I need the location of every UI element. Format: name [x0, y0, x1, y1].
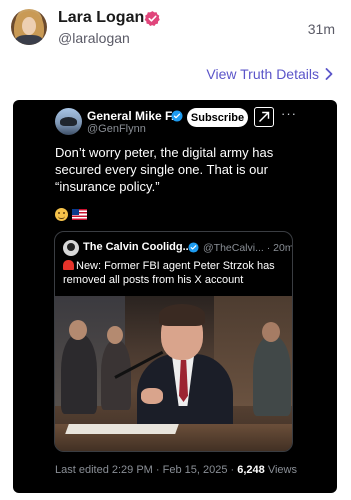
quoted-time: · 20m: [266, 242, 293, 254]
quoted-meta: @TheCalvi... · 20m: [203, 242, 293, 254]
photo-papers: [65, 424, 179, 434]
quoted-avatar[interactable]: [63, 240, 79, 256]
quoted-author-handle[interactable]: @TheCalvi...: [203, 242, 264, 254]
view-truth-details-link[interactable]: View Truth Details: [206, 66, 333, 82]
emoji-row: [55, 208, 87, 221]
embedded-author-handle[interactable]: @GenFlynn: [87, 123, 146, 135]
views-label: Views: [264, 464, 297, 476]
photo-main-person-hair: [159, 304, 205, 326]
post-header: Lara Logan @laralogan 31m: [0, 0, 351, 60]
embedded-post-text: Don’t worry peter, the digital army has …: [55, 145, 274, 194]
grok-icon[interactable]: [254, 107, 274, 127]
quoted-photo[interactable]: [55, 296, 292, 451]
avatar-shirt: [15, 35, 43, 45]
us-flag-icon: [72, 209, 87, 220]
views-count: 6,248: [237, 464, 265, 476]
quoted-post-text: New: Former FBI agent Peter Strzok has r…: [63, 259, 288, 287]
avatar-face: [22, 17, 36, 35]
photo-background-head: [262, 322, 280, 342]
author-handle[interactable]: @laralogan: [58, 30, 130, 46]
avatar[interactable]: [11, 9, 47, 45]
emoji-face-icon: [55, 208, 68, 221]
author-name[interactable]: Lara Logan: [58, 9, 144, 27]
embedded-avatar[interactable]: [55, 108, 82, 135]
chevron-right-icon: [325, 68, 333, 80]
eagle-shape: [60, 117, 77, 126]
post-time: 31m: [307, 21, 335, 37]
embedded-post-card[interactable]: General Mike F... @GenFlynn Subscribe ··…: [13, 100, 337, 493]
view-truth-details-label: View Truth Details: [206, 66, 319, 82]
edited-timestamp: Last edited 2:29 PM · Feb 15, 2025 ·: [55, 464, 238, 476]
siren-icon: [63, 260, 74, 270]
photo-background-head: [107, 326, 123, 344]
embedded-author-name[interactable]: General Mike F...: [87, 109, 181, 123]
quoted-author-name[interactable]: The Calvin Coolidg...: [83, 241, 192, 253]
quoted-text-body: New: Former FBI agent Peter Strzok has r…: [63, 260, 275, 286]
embedded-post-footer: Last edited 2:29 PM · Feb 15, 2025 · 6,2…: [55, 464, 297, 476]
photo-hand: [141, 388, 163, 404]
photo-background-head: [69, 320, 87, 340]
blue-check-icon: [188, 242, 199, 253]
verified-badge-icon: [144, 11, 160, 27]
quoted-post[interactable]: The Calvin Coolidg... @TheCalvi... · 20m…: [54, 231, 293, 452]
photo-background-person: [253, 336, 291, 416]
photo-background-person: [61, 334, 97, 414]
subscribe-button[interactable]: Subscribe: [187, 108, 248, 127]
blue-check-icon: [171, 110, 183, 122]
more-icon[interactable]: ···: [281, 106, 297, 121]
